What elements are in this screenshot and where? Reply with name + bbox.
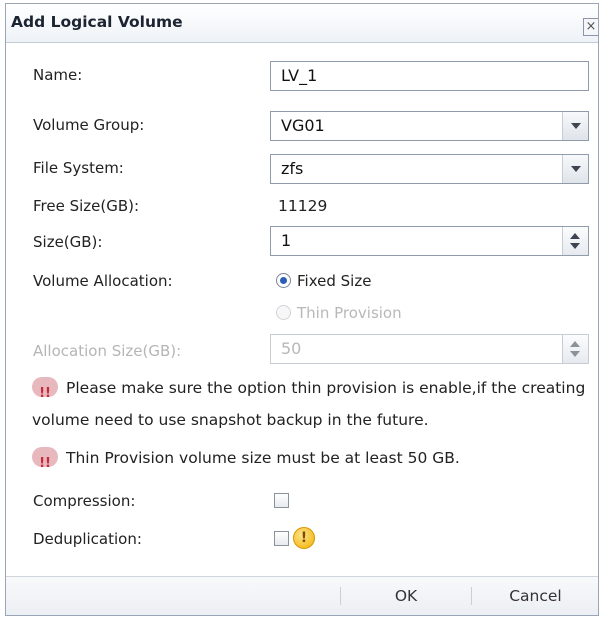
volume-allocation-label: Volume Allocation:	[33, 272, 173, 290]
ok-button[interactable]: OK	[341, 577, 471, 615]
size-input[interactable]: 1	[270, 226, 589, 256]
cancel-button[interactable]: Cancel	[472, 577, 599, 615]
volume-group-label: Volume Group:	[33, 116, 145, 134]
dialog-footer: OK Cancel	[6, 576, 598, 615]
allocation-size-input: 50	[270, 334, 589, 364]
spinner-up-icon[interactable]	[570, 233, 580, 239]
add-logical-volume-dialog: Add Logical Volume × Name: LV_1 Volume G…	[5, 3, 599, 616]
thin-provision-radio	[276, 305, 291, 320]
fixed-size-option[interactable]: Fixed Size	[276, 272, 371, 290]
volume-group-select[interactable]: VG01	[270, 111, 589, 141]
name-input[interactable]: LV_1	[270, 61, 589, 91]
spinner-down-icon	[570, 351, 580, 357]
free-size-label: Free Size(GB):	[33, 197, 140, 215]
spinner-down-icon[interactable]	[570, 243, 580, 249]
fixed-size-radio[interactable]	[276, 273, 291, 288]
free-size-value: 11129	[278, 197, 328, 215]
compression-checkbox[interactable]	[274, 493, 289, 508]
compression-label: Compression:	[33, 492, 136, 510]
size-label: Size(GB):	[33, 233, 103, 251]
thin-min-note-text: Thin Provision volume size must be at le…	[66, 449, 460, 467]
dialog-title: Add Logical Volume	[11, 13, 183, 31]
thin-min-note: Thin Provision volume size must be at le…	[32, 442, 592, 480]
deduplication-label: Deduplication:	[33, 530, 142, 548]
volume-group-value: VG01	[281, 116, 325, 135]
warning-bubble-icon	[32, 377, 58, 410]
thin-provision-label: Thin Provision	[297, 304, 402, 322]
snapshot-note: Please make sure the option thin provisi…	[32, 372, 592, 436]
fixed-size-label: Fixed Size	[297, 272, 372, 290]
caution-icon[interactable]: !	[293, 527, 315, 549]
snapshot-note-text: Please make sure the option thin provisi…	[32, 379, 586, 429]
file-system-label: File System:	[33, 159, 124, 177]
warning-bubble-icon	[32, 447, 58, 480]
allocation-size-spinner	[562, 335, 588, 363]
name-label: Name:	[33, 66, 83, 84]
deduplication-checkbox[interactable]	[274, 531, 289, 546]
size-spinner[interactable]	[562, 227, 588, 255]
allocation-size-label: Allocation Size(GB):	[33, 342, 182, 360]
chevron-down-icon[interactable]	[562, 112, 588, 140]
dialog-titlebar: Add Logical Volume ×	[6, 4, 598, 43]
thin-provision-option: Thin Provision	[276, 304, 402, 322]
file-system-value: zfs	[281, 159, 304, 178]
file-system-select[interactable]: zfs	[270, 154, 589, 184]
spinner-up-icon	[570, 341, 580, 347]
size-value: 1	[281, 231, 292, 250]
allocation-size-value: 50	[281, 339, 302, 358]
chevron-down-icon[interactable]	[562, 155, 588, 183]
close-icon[interactable]: ×	[583, 18, 598, 36]
